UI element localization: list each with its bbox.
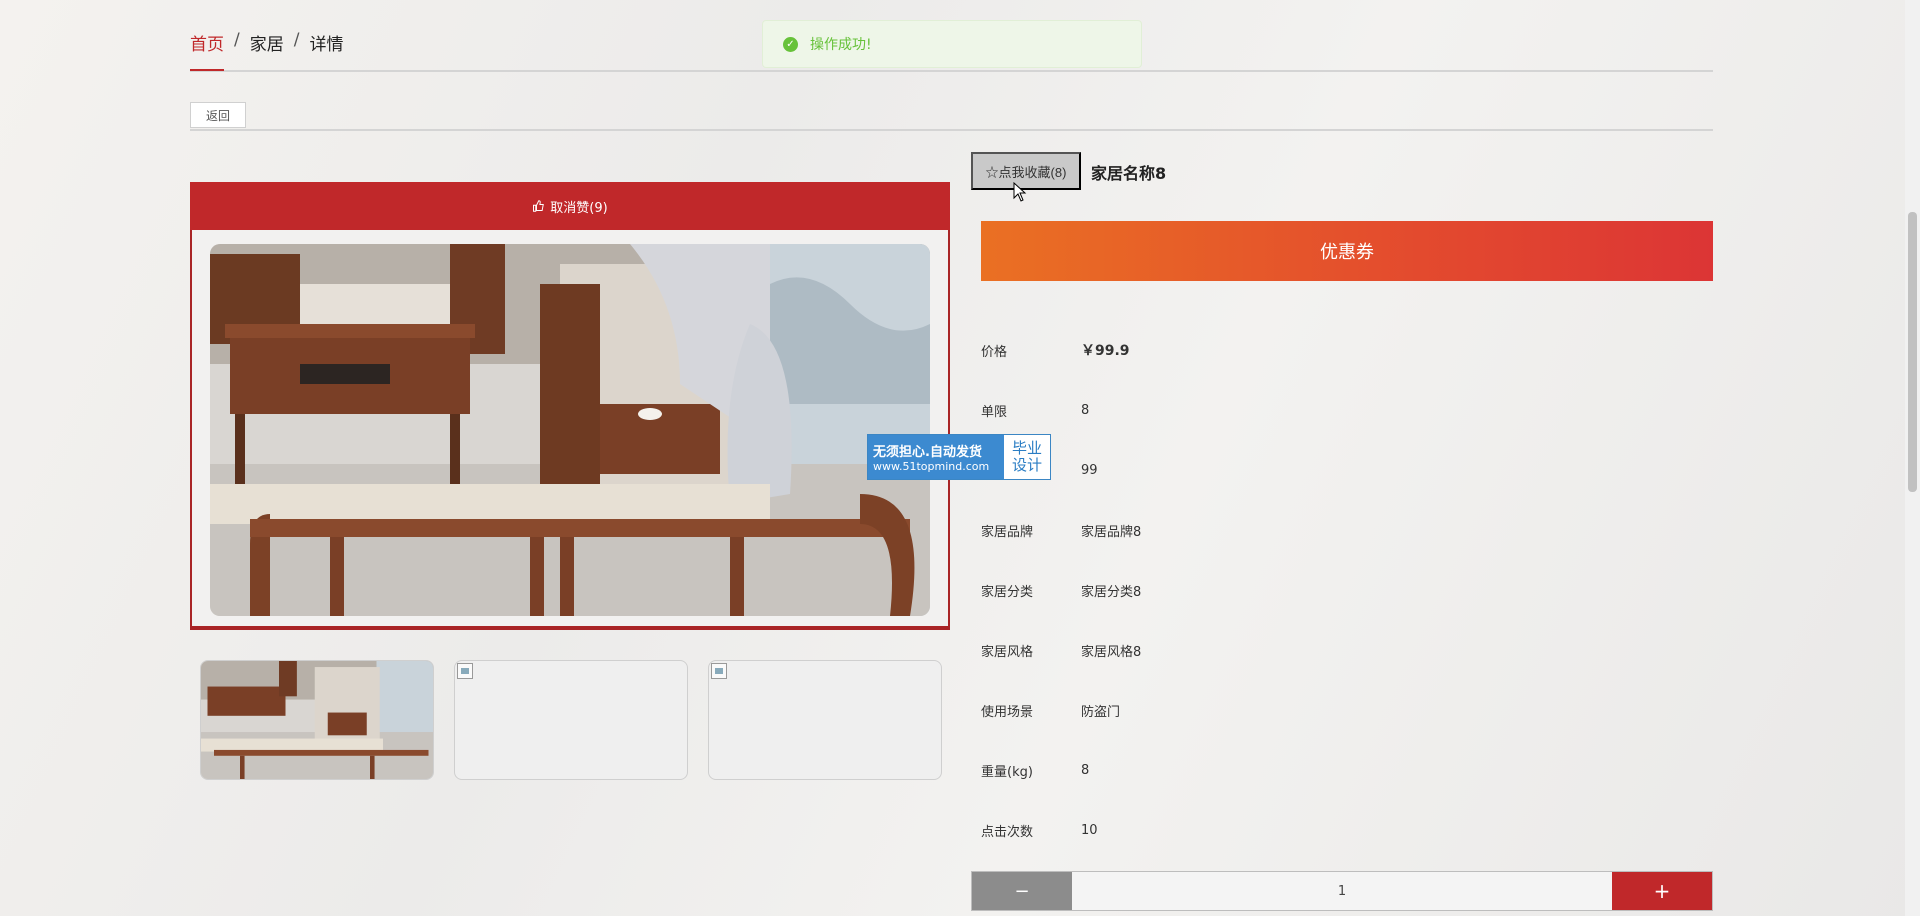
broken-image-icon [711, 663, 727, 679]
page-scrollbar[interactable] [1905, 0, 1920, 916]
watermark-badge: 无须担心.自动发货 www.51topmind.com 毕业 设计 [867, 434, 1051, 480]
unlike-label: 取消赞(9) [550, 200, 608, 216]
info-label: 家居品牌 [981, 524, 1034, 540]
product-main-image [210, 244, 930, 616]
quantity-plus-button[interactable]: + [1612, 872, 1712, 910]
info-label: 家居风格 [981, 644, 1034, 660]
back-row: 返回 [190, 102, 1713, 131]
info-value: 家居品牌8 [1081, 524, 1142, 540]
info-row-clicks: 点击次数 10 [981, 820, 1098, 840]
broken-image-icon [457, 663, 473, 679]
info-row-limit: 单限 8 [981, 400, 1089, 420]
info-row-weight: 重量(kg) 8 [981, 760, 1089, 780]
watermark-line2: www.51topmind.com [873, 460, 990, 473]
info-row-scene: 使用场景 防盗门 [981, 700, 1120, 720]
unlike-button[interactable]: 取消赞(9) [190, 182, 950, 230]
sofa-illustration [210, 244, 930, 616]
product-title: 家居名称8 [1091, 164, 1167, 183]
info-value: 8 [1081, 402, 1090, 418]
quantity-minus-button[interactable]: − [972, 872, 1072, 910]
info-value: 家居分类8 [1081, 584, 1142, 600]
info-value: 家居风格8 [1081, 644, 1142, 660]
thumbnail-3[interactable] [708, 660, 942, 780]
info-label: 使用场景 [981, 704, 1034, 720]
info-value: 8 [1081, 762, 1090, 778]
mouse-cursor-icon [1013, 182, 1027, 202]
scrollbar-thumb[interactable] [1908, 212, 1917, 492]
info-row-category: 家居分类 家居分类8 [981, 580, 1141, 600]
info-value: 10 [1081, 822, 1098, 838]
info-value: 99 [1081, 462, 1098, 478]
quantity-input[interactable]: 1 [1072, 872, 1612, 910]
info-value: 防盗门 [1081, 704, 1121, 720]
info-label: 单限 [981, 404, 1008, 420]
watermark-line1: 无须担心.自动发货 [873, 445, 982, 460]
info-label: 价格 [981, 344, 1008, 360]
sofa-thumbnail-image [201, 661, 433, 779]
info-row-price: 价格 ￥99.9 [981, 340, 1130, 360]
breadcrumb-separator: / [234, 30, 240, 50]
main-image-frame [190, 230, 950, 630]
success-toast: ✓ 操作成功! [762, 20, 1142, 68]
thumbs-up-icon [533, 200, 545, 212]
breadcrumb-current: 详情 [309, 35, 344, 55]
info-row-style: 家居风格 家居风格8 [981, 640, 1141, 660]
info-label: 家居分类 [981, 584, 1034, 600]
info-value: ￥99.9 [1081, 343, 1130, 359]
watermark-badge-line1: 毕业 [1011, 439, 1042, 457]
coupon-button[interactable]: 优惠券 [981, 221, 1713, 281]
breadcrumb-separator: / [293, 30, 300, 50]
check-circle-icon: ✓ [783, 36, 798, 52]
watermark-badge-line2: 设计 [1011, 456, 1042, 474]
back-button[interactable]: 返回 [190, 102, 246, 128]
toast-message: 操作成功! [810, 37, 872, 53]
breadcrumb-category[interactable]: 家居 [250, 30, 284, 55]
watermark-text: 无须担心.自动发货 www.51topmind.com [868, 435, 1004, 479]
info-row-brand: 家居品牌 家居品牌8 [981, 520, 1141, 540]
thumbnail-2[interactable] [454, 660, 688, 780]
thumbnail-1[interactable] [200, 660, 434, 780]
info-label: 重量(kg) [981, 764, 1033, 780]
thumbnail-strip [200, 660, 942, 780]
breadcrumb-home[interactable]: 首页 [190, 30, 224, 71]
quantity-stepper: − 1 + [971, 871, 1713, 911]
watermark-badge-label: 毕业 设计 [1004, 435, 1050, 479]
info-label: 点击次数 [981, 824, 1034, 840]
